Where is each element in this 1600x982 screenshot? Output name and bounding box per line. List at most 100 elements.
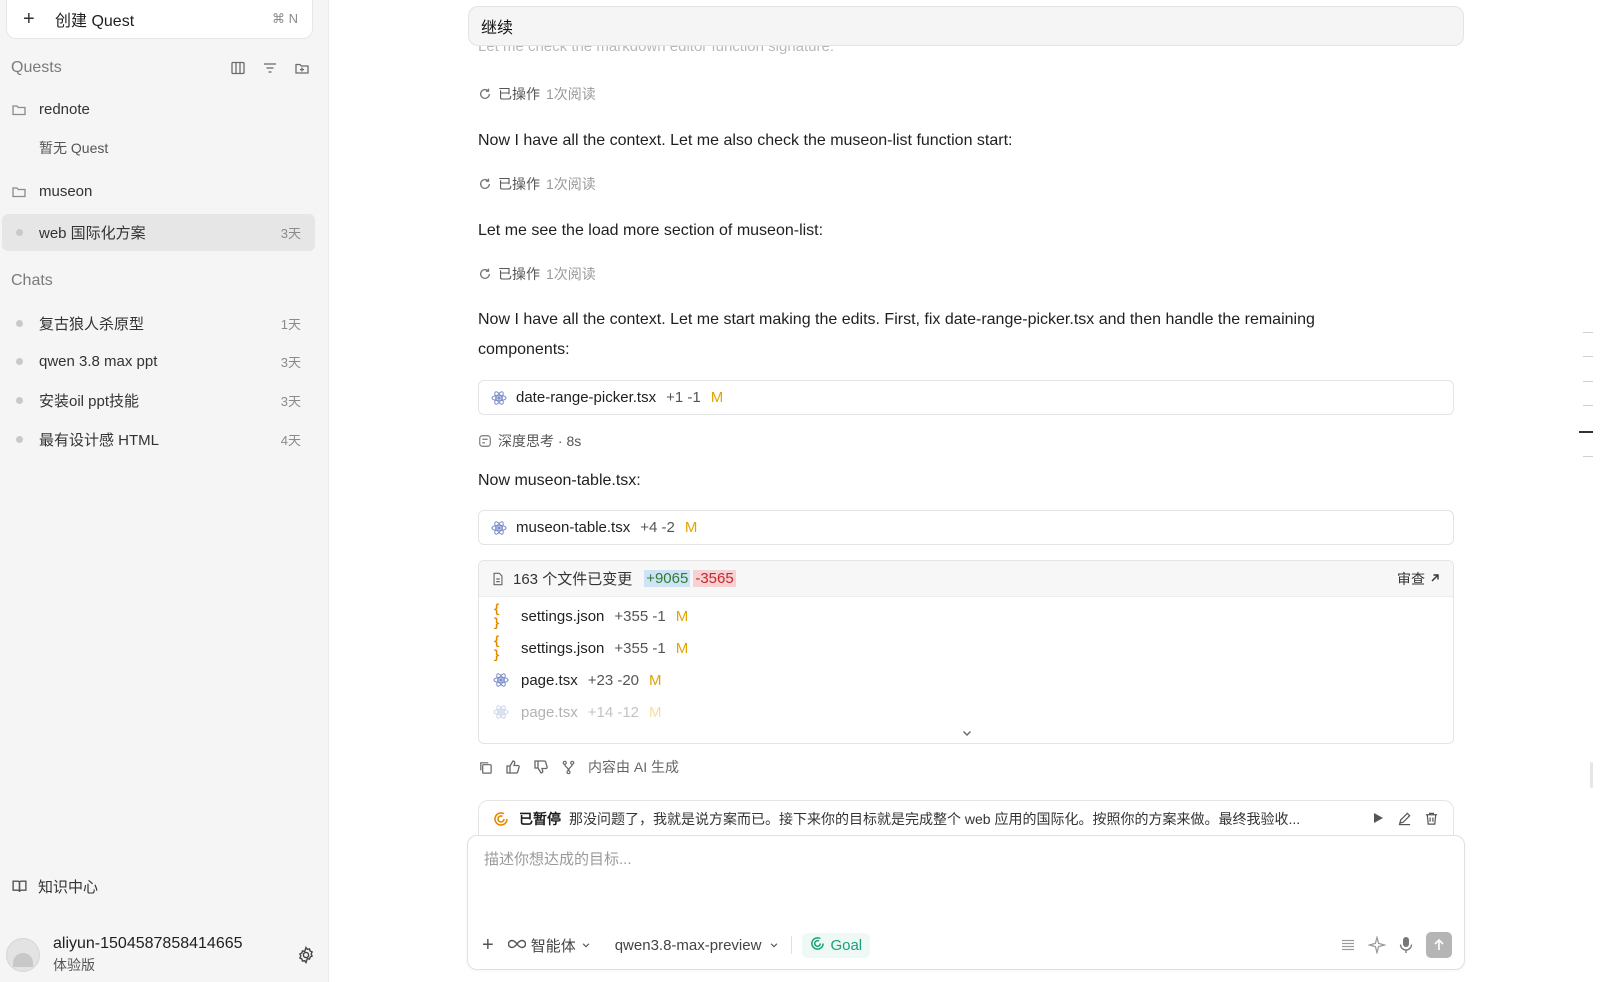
refresh-icon [478, 267, 492, 281]
changes-summary: 163 个文件已变更 [513, 571, 633, 588]
agent-mode-select[interactable]: 智能体 [507, 935, 591, 956]
json-icon: { } [493, 634, 501, 662]
file-status: M [649, 703, 662, 721]
minimap-tick [1583, 405, 1593, 406]
columns-icon[interactable] [229, 59, 247, 77]
message-actions: 内容由 AI 生成 [478, 757, 679, 777]
scrollbar-thumb[interactable] [1590, 762, 1593, 788]
changes-panel: 163 个文件已变更 +9065 -3565 审查 { } settings.j… [478, 560, 1454, 744]
scroll-minimap[interactable] [1579, 0, 1593, 982]
composer: 描述你想达成的目标... + 智能体 qwen3.8-max-preview G… [467, 835, 1465, 970]
chat-main: 继续 Let me check the markdown editor func… [329, 0, 1600, 982]
assistant-paragraph: Now I have all the context. Let me start… [478, 311, 1315, 358]
review-button[interactable]: 审查 [1397, 569, 1441, 589]
refresh-icon [478, 177, 492, 191]
sparkle-icon[interactable] [1368, 936, 1386, 954]
add-attachment-button[interactable]: + [482, 935, 494, 955]
trash-icon[interactable] [1424, 811, 1439, 826]
new-quest-button[interactable]: + 创建 Quest ⌘ N [6, 0, 313, 39]
file-status: M [675, 607, 689, 625]
goal-icon [810, 936, 825, 955]
edit-icon[interactable] [1397, 811, 1412, 826]
divider [791, 936, 793, 954]
gear-icon[interactable] [296, 945, 316, 965]
thinking-status[interactable]: 深度思考 · 8s [478, 431, 581, 451]
new-quest-label: 创建 Quest [55, 13, 135, 30]
copy-icon[interactable] [478, 760, 493, 775]
chevron-down-icon[interactable] [961, 727, 973, 739]
file-status: M [710, 389, 724, 406]
status-dot [16, 320, 23, 327]
user-name: aliyun-1504587858414665 [53, 935, 243, 952]
deletions-count: -3565 [693, 570, 736, 587]
minimap-tick [1583, 356, 1593, 357]
changed-file-row[interactable]: { } settings.json +355 -1 M [479, 600, 1453, 632]
thumbs-down-icon[interactable] [533, 759, 549, 775]
file-diff-stat: +23 -20 [587, 671, 640, 689]
file-name: museon-table.tsx [516, 519, 631, 536]
folder-rednote[interactable]: rednote [0, 91, 315, 128]
react-icon [493, 704, 511, 720]
changed-file-row[interactable]: page.tsx +23 -20 M [479, 664, 1453, 696]
assistant-paragraph: Now I have all the context. Let me also … [478, 132, 1013, 149]
quest-item-web-i18n[interactable]: web 国际化方案 3天 [2, 214, 315, 251]
avatar[interactable] [6, 938, 40, 972]
shortcut-hint: ⌘ N [272, 11, 298, 26]
file-edit-card[interactable]: museon-table.tsx +4 -2 M [478, 510, 1454, 545]
operation-status[interactable]: 已操作 1次阅读 [478, 264, 596, 284]
user-profile[interactable]: aliyun-1504587858414665 体验版 [6, 933, 316, 977]
paused-message: 那没问题了，我就是说方案而已。接下来你的目标就是完成整个 web 应用的国际化。… [569, 810, 1301, 827]
status-dot [16, 229, 23, 236]
minimap-current [1579, 431, 1593, 433]
new-folder-icon[interactable] [293, 59, 311, 77]
changed-file-row[interactable]: page.tsx +14 -12 M [479, 696, 1453, 728]
file-status: M [684, 519, 698, 536]
model-select[interactable]: qwen3.8-max-preview [615, 937, 780, 954]
quest-label: web 国际化方案 [39, 225, 146, 242]
branch-icon[interactable] [561, 760, 576, 775]
file-status: M [675, 639, 689, 657]
chat-item[interactable]: qwen 3.8 max ppt 3天 [0, 343, 315, 380]
chat-item[interactable]: 最有设计感 HTML 4天 [0, 421, 315, 458]
file-diff-stat: +355 -1 [614, 607, 666, 625]
status-dot [16, 397, 23, 404]
operation-status[interactable]: 已操作 1次阅读 [478, 84, 596, 104]
operation-status[interactable]: 已操作 1次阅读 [478, 174, 596, 194]
filter-icon[interactable] [261, 59, 279, 77]
list-icon[interactable] [1340, 937, 1356, 953]
folder-museon[interactable]: museon [0, 173, 315, 210]
thinking-label: 深度思考 · 8s [498, 433, 582, 449]
op-detail: 1次阅读 [546, 86, 596, 102]
chevron-down-icon [769, 937, 779, 954]
plus-icon: + [23, 8, 35, 30]
goal-input[interactable]: 描述你想达成的目标... [484, 848, 632, 869]
file-diff-stat: +4 -2 [640, 519, 675, 536]
chat-age: 1天 [280, 317, 301, 332]
sidebar: + 创建 Quest ⌘ N Quests rednote 暂无 Quest m… [0, 0, 329, 982]
op-detail: 1次阅读 [546, 266, 596, 282]
chat-item[interactable]: 安装oil ppt技能 3天 [0, 382, 315, 419]
microphone-icon[interactable] [1398, 936, 1414, 954]
goal-spinner-icon [493, 811, 509, 827]
op-detail: 1次阅读 [546, 176, 596, 192]
chat-label: 复古狼人杀原型 [39, 316, 145, 333]
play-icon[interactable] [1371, 811, 1385, 826]
chats-header: Chats [11, 272, 311, 290]
react-icon [493, 672, 511, 688]
changed-file-row[interactable]: { } settings.json +355 -1 M [479, 632, 1453, 664]
minimap-tick [1583, 381, 1593, 382]
chat-item[interactable]: 复古狼人杀原型 1天 [0, 305, 315, 342]
empty-quest-text: 暂无 Quest [0, 129, 315, 166]
chevron-down-icon [581, 937, 591, 954]
knowledge-center-link[interactable]: 知识中心 [11, 876, 98, 897]
file-edit-card[interactable]: date-range-picker.tsx +1 -1 M [478, 380, 1454, 415]
file-name: date-range-picker.tsx [516, 389, 657, 406]
quests-header: Quests [11, 59, 311, 77]
goal-toggle[interactable]: Goal [802, 932, 871, 958]
send-button[interactable] [1426, 932, 1452, 958]
chat-age: 4天 [280, 433, 301, 448]
thumbs-up-icon[interactable] [505, 759, 521, 775]
file-diff-stat: +355 -1 [614, 639, 666, 657]
arrow-up-right-icon [1429, 571, 1441, 587]
paused-goal-bar[interactable]: 已暂停 那没问题了，我就是说方案而已。接下来你的目标就是完成整个 web 应用的… [478, 800, 1454, 836]
